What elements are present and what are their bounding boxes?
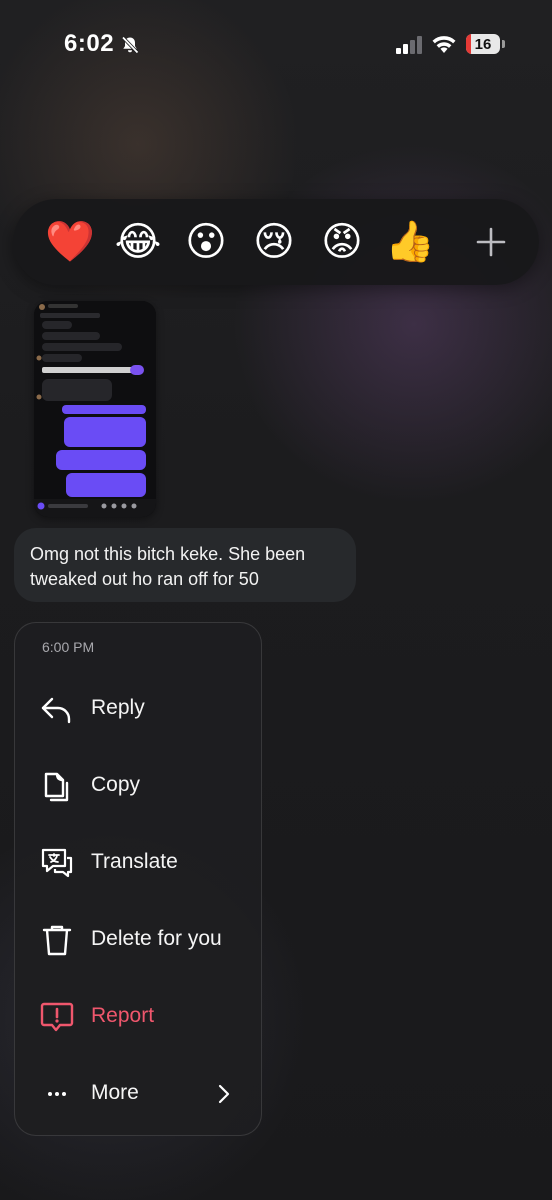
more-dots-icon [48,1092,66,1096]
menu-item-report[interactable]: Report [15,987,261,1047]
battery-icon: 16 [466,34,500,54]
wifi-icon [432,36,456,53]
message-context-menu: 6:00 PM Reply Copy Translate Delete for … [14,622,262,1136]
reaction-face-with-open-mouth[interactable]: 😮 [180,216,232,268]
chevron-right-icon [218,1084,230,1104]
bell-slash-icon [121,36,139,54]
menu-item-copy[interactable]: Copy [15,756,261,816]
menu-label-report: Report [91,1004,155,1027]
copy-icon [44,772,69,802]
menu-item-reply[interactable]: Reply [15,679,261,739]
menu-label-more: More [91,1081,139,1104]
battery-cap [502,40,505,48]
menu-label-delete-for-you: Delete for you [91,927,222,950]
message-text: Omg not this bitch keke. She been tweake… [30,544,306,589]
menu-label-translate: Translate [91,850,178,873]
cellular-signal-icon [396,36,422,54]
reaction-pouting-face[interactable]: 😡 [316,216,368,268]
reaction-crying-face[interactable]: 😢 [248,216,300,268]
battery-level: 16 [474,35,492,53]
status-bar: 6:02 16 [0,0,552,90]
reaction-face-with-tears-of-joy[interactable]: 😂 [112,216,164,268]
reaction-red-heart[interactable]: ❤️ [44,216,96,268]
message-timestamp: 6:00 PM [42,639,95,655]
menu-label-copy: Copy [91,773,141,796]
shared-image-thumbnail[interactable] [34,301,156,517]
trash-icon [42,925,72,956]
menu-item-more[interactable]: More [15,1064,261,1124]
reply-arrow-icon [41,697,71,724]
status-time: 6:02 [64,30,115,57]
menu-label-reply: Reply [91,696,145,719]
shared-image-preview [34,301,156,517]
reaction-thumbs-up[interactable]: 👍 [384,216,436,268]
plus-icon[interactable] [465,216,517,268]
reaction-bar: ❤️ 😂 😮 😢 😡 👍 [13,199,539,285]
report-icon [40,1002,74,1032]
menu-item-delete-for-you[interactable]: Delete for you [15,910,261,970]
message-bubble[interactable]: Omg not this bitch keke. She been tweake… [14,528,356,602]
translate-icon [41,848,73,878]
menu-item-translate[interactable]: Translate [15,833,261,893]
